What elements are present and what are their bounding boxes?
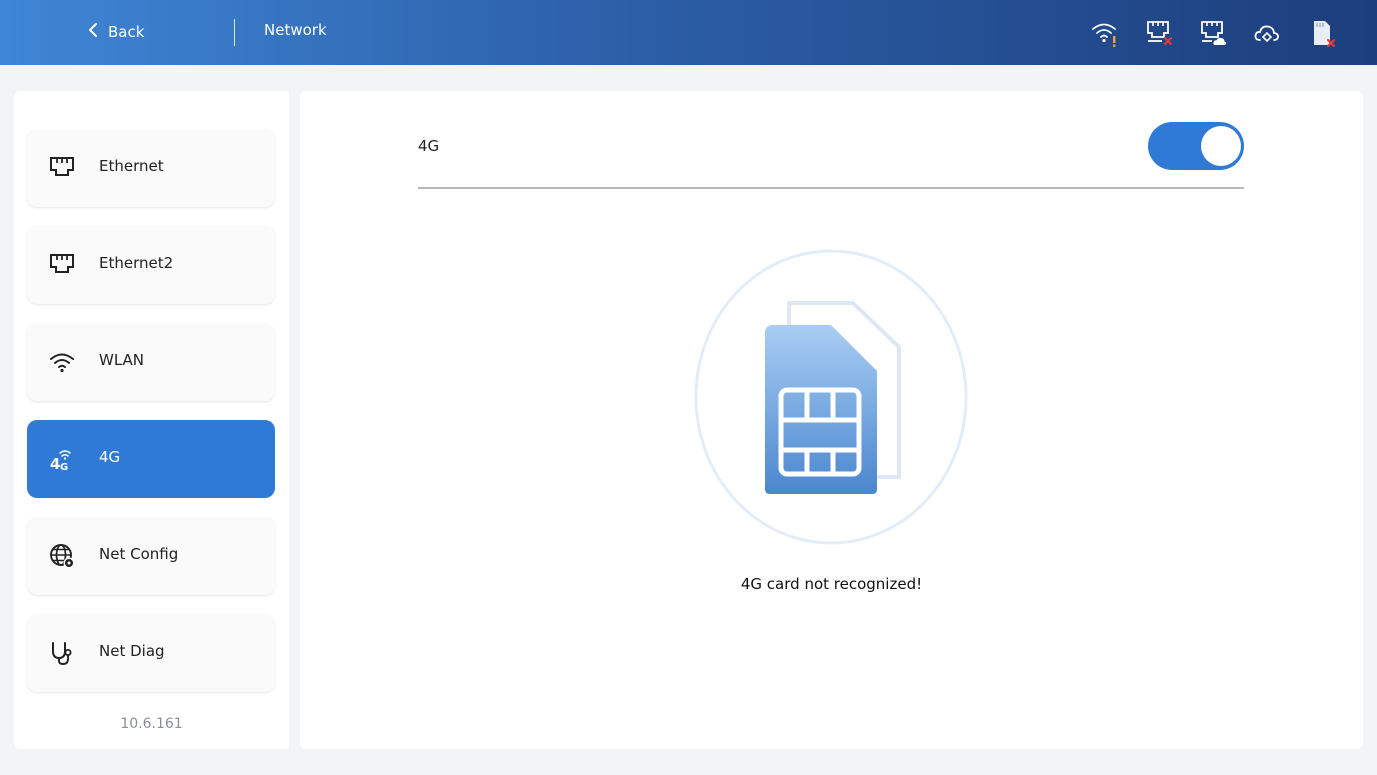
sidebar: Ethernet Ethernet2 WLAN 4 G 4G Net Confi… — [14, 91, 289, 749]
row-divider — [418, 187, 1244, 189]
sidebar-item-label: WLAN — [99, 351, 145, 369]
4g-signal-icon: 4 G — [49, 446, 75, 472]
back-button[interactable]: Back — [86, 18, 144, 46]
ethernet-icon — [49, 155, 75, 181]
globe-gear-icon — [49, 543, 75, 569]
page-title: Network — [264, 21, 327, 39]
back-label: Back — [108, 23, 145, 41]
toggle-label: 4G — [418, 137, 440, 155]
sidebar-item-ethernet2[interactable]: Ethernet2 — [27, 226, 275, 304]
sidebar-item-label: 4G — [99, 448, 121, 466]
wifi-icon — [49, 349, 75, 375]
sidebar-item-4g[interactable]: 4 G 4G — [27, 420, 275, 498]
sim-card-icon — [694, 249, 968, 545]
header-divider — [234, 19, 235, 46]
ethernet-icon — [49, 252, 75, 278]
sidebar-item-ethernet[interactable]: Ethernet — [27, 129, 275, 207]
status-message: 4G card not recognized! — [740, 575, 923, 593]
cloud-icon[interactable] — [1251, 17, 1283, 49]
top-bar: Back Network — [0, 0, 1377, 65]
sidebar-item-label: Net Diag — [99, 642, 165, 660]
status-icons — [1089, 17, 1337, 49]
sidebar-item-wlan[interactable]: WLAN — [27, 323, 275, 401]
sidebar-item-label: Net Config — [99, 545, 179, 563]
ethernet-cloud-icon[interactable] — [1197, 17, 1229, 49]
main-panel: 4G 4G card not recognized! — [300, 91, 1363, 749]
sidebar-item-net-diag[interactable]: Net Diag — [27, 614, 275, 692]
chevron-left-icon — [86, 22, 100, 42]
ethernet-error-icon[interactable] — [1143, 17, 1175, 49]
sim-card-illustration — [693, 247, 969, 547]
wifi-warning-icon[interactable] — [1089, 17, 1121, 49]
svg-text:G: G — [60, 462, 68, 472]
toggle-knob — [1201, 126, 1241, 166]
sidebar-item-label: Ethernet — [99, 157, 164, 175]
sidebar-item-net-config[interactable]: Net Config — [27, 517, 275, 595]
sd-card-error-icon[interactable] — [1305, 17, 1337, 49]
stethoscope-icon — [49, 640, 75, 666]
sidebar-item-label: Ethernet2 — [99, 254, 174, 272]
svg-text:4: 4 — [50, 455, 60, 472]
version-label: 10.6.161 — [120, 716, 183, 732]
4g-toggle-switch[interactable] — [1148, 122, 1244, 170]
